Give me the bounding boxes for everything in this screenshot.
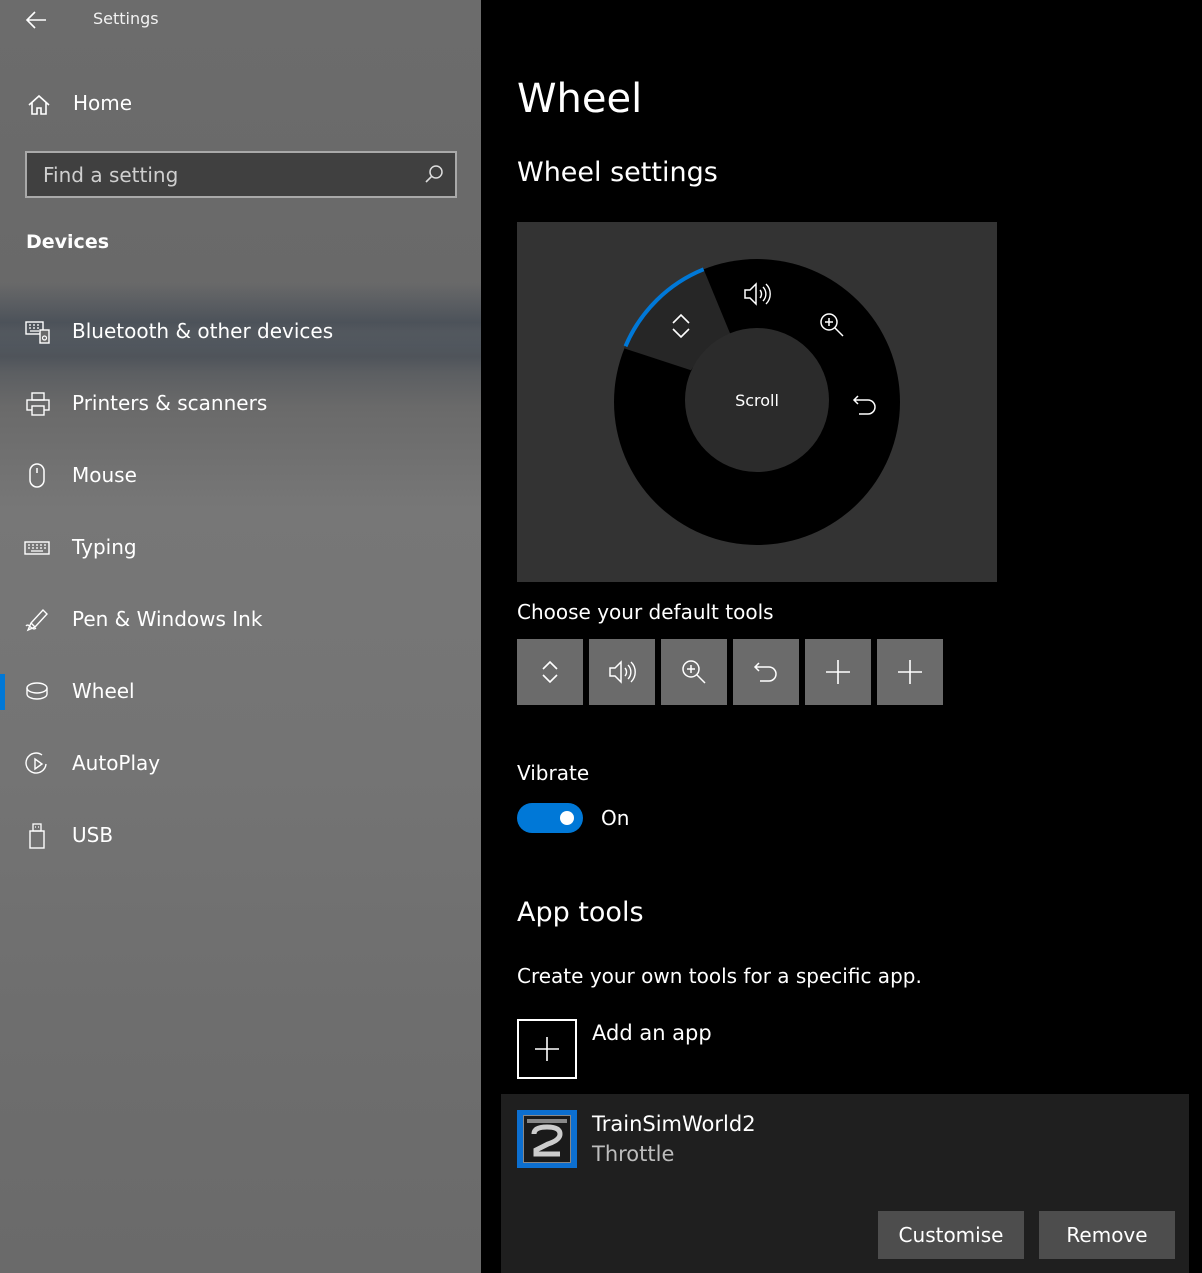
vibrate-toggle[interactable] — [517, 803, 583, 833]
sidebar-item-bluetooth[interactable]: Bluetooth & other devices — [0, 304, 481, 360]
sidebar-item-label: USB — [72, 823, 114, 847]
undo-icon — [753, 662, 777, 682]
search-icon[interactable] — [423, 163, 445, 185]
add-app-label[interactable]: Add an app — [592, 1021, 712, 1045]
vibrate-state: On — [601, 806, 630, 830]
sidebar-item-mouse[interactable]: Mouse — [0, 448, 481, 504]
sidebar-item-printers[interactable]: Printers & scanners — [0, 376, 481, 432]
sidebar-item-typing[interactable]: Typing — [0, 520, 481, 576]
sidebar-item-label: Pen & Windows Ink — [72, 607, 263, 631]
sidebar-item-usb[interactable]: USB — [0, 808, 481, 864]
sidebar-item-label: Bluetooth & other devices — [72, 319, 334, 343]
tool-add-button[interactable] — [805, 639, 871, 705]
sidebar: Settings Home Devices Bluetooth & other … — [0, 0, 481, 1273]
wheel-center-label: Scroll — [735, 391, 779, 410]
app-name: TrainSimWorld2 — [592, 1112, 756, 1136]
tool-add-button[interactable] — [877, 639, 943, 705]
printer-icon — [26, 392, 50, 416]
customise-button[interactable]: Customise — [878, 1211, 1024, 1259]
wheel-icon — [26, 682, 48, 700]
add-app-button[interactable] — [517, 1019, 577, 1079]
scroll-icon — [542, 660, 558, 684]
tool-scroll-button[interactable] — [517, 639, 583, 705]
app-tools-description: Create your own tools for a specific app… — [517, 964, 922, 988]
train-sim-world-logo-icon — [527, 1119, 567, 1157]
title-bar: Settings — [0, 0, 481, 40]
tool-zoom-button[interactable] — [661, 639, 727, 705]
pen-icon — [25, 608, 48, 632]
default-tools-label: Choose your default tools — [517, 600, 774, 624]
app-tools-heading: App tools — [517, 897, 644, 928]
sidebar-item-label: Typing — [72, 535, 137, 559]
search-box[interactable] — [25, 151, 457, 198]
autoplay-icon — [25, 752, 47, 774]
sidebar-item-wheel[interactable]: Wheel — [0, 664, 481, 720]
zoom-icon — [682, 660, 706, 684]
sidebar-item-pen[interactable]: Pen & Windows Ink — [0, 592, 481, 648]
page-title: Wheel — [517, 76, 643, 122]
window-title: Settings — [93, 9, 159, 28]
sidebar-item-label: AutoPlay — [72, 751, 161, 775]
tool-undo-button[interactable] — [733, 639, 799, 705]
remove-button[interactable]: Remove — [1039, 1211, 1175, 1259]
sidebar-item-label: Mouse — [72, 463, 137, 487]
back-arrow-icon — [25, 11, 46, 29]
plus-icon — [826, 660, 850, 684]
sidebar-item-label: Printers & scanners — [72, 391, 268, 415]
sidebar-home[interactable]: Home — [0, 82, 481, 128]
home-label: Home — [73, 91, 133, 115]
usb-icon — [29, 823, 45, 849]
search-input[interactable] — [27, 153, 417, 196]
active-indicator — [0, 674, 5, 710]
wheel-settings-heading: Wheel settings — [517, 157, 718, 188]
sidebar-item-autoplay[interactable]: AutoPlay — [0, 736, 481, 792]
back-button[interactable] — [22, 6, 52, 34]
section-heading: Devices — [26, 231, 110, 253]
wheel-preview: Scroll — [614, 259, 900, 545]
app-icon — [517, 1110, 577, 1168]
tool-volume-button[interactable] — [589, 639, 655, 705]
toggle-knob — [560, 811, 574, 825]
mouse-icon — [29, 463, 45, 488]
vibrate-label: Vibrate — [517, 761, 590, 785]
app-tool-card[interactable]: TrainSimWorld2 Throttle Customise Remove — [501, 1094, 1189, 1273]
wheel-preview-panel: Scroll — [517, 222, 997, 582]
plus-icon — [898, 660, 922, 684]
plus-icon — [535, 1037, 559, 1061]
sidebar-item-label: Wheel — [72, 679, 135, 703]
home-icon — [28, 94, 50, 115]
bluetooth-devices-icon — [25, 321, 50, 344]
app-tool-name: Throttle — [592, 1142, 675, 1166]
keyboard-icon — [24, 541, 50, 555]
main-content: Wheel Wheel settings Scroll Choose your … — [481, 0, 1202, 1273]
volume-icon — [609, 660, 636, 684]
